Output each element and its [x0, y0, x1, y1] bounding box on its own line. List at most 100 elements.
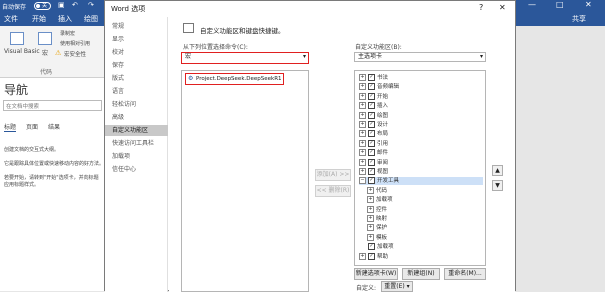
share-button[interactable]: 共享 — [572, 14, 586, 24]
visual-basic-label[interactable]: Visual Basic — [4, 48, 40, 55]
add-button[interactable]: 添加(A) >> — [315, 169, 351, 181]
sidebar-item-advanced[interactable]: 高级 — [105, 112, 168, 123]
tab-insert[interactable]: 插入 — [58, 14, 72, 24]
tab-checkbox[interactable]: ✓ — [368, 83, 375, 91]
tree-item[interactable]: + ✓ 设计 — [359, 121, 388, 129]
tree-item[interactable]: + ✓ 邮件 — [359, 149, 388, 157]
expand-icon[interactable]: + — [367, 205, 374, 213]
tree-item[interactable]: + ✓ 引用 — [359, 139, 388, 148]
ribbon-tabs-tree[interactable]: + ✓ 书法 + ✓ 音频编辑 + ✓ 开始 + ✓ 插入 + ✓ 绘图 + ✓ 设计 + ✓ 布局 + ✓ 引用 + ✓ 邮件 + ✓… — [354, 70, 486, 266]
expand-icon[interactable]: + — [367, 215, 374, 222]
tree-item[interactable]: + ✓ 开始 — [359, 92, 388, 101]
expand-icon[interactable]: + — [359, 168, 366, 175]
tree-item[interactable]: + ✓ 插入 — [359, 102, 388, 110]
nav-tab-results[interactable]: 结果 — [48, 122, 60, 131]
macros-label[interactable]: 宏 — [42, 48, 48, 57]
expand-icon[interactable]: + — [359, 158, 366, 166]
sidebar-item-accessibility[interactable]: 轻松访问 — [105, 99, 168, 110]
tree-item[interactable]: ✓ 加载项 — [359, 243, 394, 251]
sidebar-item-quick-access[interactable]: 快速访问工具栏 — [105, 138, 168, 149]
tree-item[interactable]: − ✓ 开发工具 — [359, 177, 483, 186]
sidebar-item-proofing[interactable]: 校对 — [105, 47, 168, 58]
tree-item[interactable]: + ✓ 音频编辑 — [359, 83, 399, 91]
help-button[interactable]: ? — [479, 3, 483, 12]
macros-icon[interactable] — [38, 32, 52, 45]
expand-icon[interactable]: + — [359, 92, 366, 100]
rename-button[interactable]: 重命名(M)... — [444, 268, 486, 280]
move-up-button[interactable]: ▲ — [492, 165, 503, 176]
relative-ref-button[interactable]: 使用相对引用 — [60, 40, 90, 47]
save-icon[interactable]: ▣ — [58, 1, 65, 9]
sidebar-item-general[interactable]: 常规 — [105, 21, 168, 32]
tab-checkbox[interactable]: ✓ — [368, 149, 375, 157]
expand-icon[interactable]: + — [367, 224, 374, 232]
tab-checkbox[interactable]: ✓ — [368, 158, 375, 166]
redo-icon[interactable]: ↷ — [88, 1, 94, 9]
nav-search-input[interactable]: 在文档中搜索 — [3, 100, 102, 111]
close-icon[interactable]: ✕ — [499, 3, 506, 12]
tab-checkbox[interactable]: ✓ — [368, 177, 375, 185]
tab-checkbox[interactable]: ✓ — [368, 252, 375, 260]
expand-icon[interactable]: + — [359, 111, 366, 119]
tree-item[interactable]: + ✓ 视图 — [359, 168, 388, 176]
tree-item[interactable]: + 代码 — [367, 186, 387, 195]
tab-checkbox[interactable]: ✓ — [368, 111, 375, 119]
new-tab-button[interactable]: 新建选项卡(W) — [354, 268, 398, 280]
remove-button[interactable]: << 删除(R) — [315, 185, 351, 197]
tree-item[interactable]: + ✓ 绘图 — [359, 111, 388, 120]
macro-security-button[interactable]: 宏安全性 — [64, 50, 86, 58]
expand-icon[interactable]: + — [359, 130, 366, 138]
choose-commands-dropdown[interactable]: 宏 ▾ — [181, 52, 309, 64]
close-window-icon[interactable]: ✕ — [585, 0, 592, 9]
tree-item[interactable]: + ✓ 审阅 — [359, 158, 388, 167]
tab-draw[interactable]: 绘图 — [84, 14, 98, 24]
new-group-button[interactable]: 新建组(N) — [402, 268, 440, 280]
move-down-button[interactable]: ▼ — [492, 180, 503, 191]
expand-icon[interactable]: + — [359, 74, 366, 81]
tree-item[interactable]: + ✓ 书法 — [359, 74, 388, 82]
expand-icon[interactable]: + — [359, 83, 366, 91]
tab-home[interactable]: 开始 — [32, 14, 46, 24]
tab-file[interactable]: 文件 — [4, 14, 18, 24]
sidebar-item-addins[interactable]: 加载项 — [105, 151, 168, 162]
commands-list[interactable]: ⚙ Project.DeepSeek.DeepSeekR1 — [181, 70, 309, 292]
tree-item[interactable]: + 加载项 — [367, 196, 393, 204]
tree-item[interactable]: + ✓ 帮助 — [359, 252, 388, 261]
tree-item[interactable]: + ✓ 布局 — [359, 130, 388, 138]
expand-icon[interactable]: + — [359, 149, 366, 157]
tab-checkbox[interactable]: ✓ — [368, 102, 375, 110]
expand-icon[interactable]: + — [367, 186, 374, 194]
expand-icon[interactable]: + — [359, 121, 366, 128]
minimize-icon[interactable]: — — [528, 0, 536, 9]
expand-icon[interactable]: + — [359, 252, 366, 260]
sidebar-item-language[interactable]: 语言 — [105, 86, 168, 97]
collapse-icon[interactable]: − — [359, 177, 366, 185]
nav-tab-headings[interactable]: 标题 — [4, 122, 17, 132]
tab-checkbox[interactable]: ✓ — [368, 74, 375, 81]
sidebar-item-trust-center[interactable]: 信任中心 — [105, 164, 168, 175]
tab-checkbox[interactable]: ✓ — [368, 121, 375, 128]
expand-icon[interactable]: + — [359, 139, 366, 147]
undo-icon[interactable]: ↶ — [72, 1, 78, 9]
sidebar-item-typography[interactable]: 版式 — [105, 73, 168, 84]
nav-tab-pages[interactable]: 页面 — [26, 122, 38, 131]
sidebar-item-customize-ribbon[interactable]: 自定义功能区 — [105, 125, 168, 136]
tab-checkbox[interactable]: ✓ — [368, 139, 375, 147]
tree-item[interactable]: + 模板 — [367, 233, 387, 242]
expand-icon[interactable]: + — [367, 233, 374, 241]
tab-checkbox[interactable]: ✓ — [368, 130, 375, 138]
sidebar-item-display[interactable]: 显示 — [105, 34, 168, 45]
tree-item[interactable]: + 保护 — [367, 224, 387, 232]
tree-item[interactable]: + 控件 — [367, 205, 387, 214]
customize-ribbon-dropdown[interactable]: 主选项卡 ▾ — [354, 52, 486, 62]
expand-icon[interactable]: + — [367, 196, 374, 204]
tree-item[interactable]: + 映射 — [367, 215, 387, 223]
expand-icon[interactable]: + — [359, 102, 366, 110]
reset-dropdown-button[interactable]: 重置(E) ▾ — [381, 281, 413, 292]
tab-checkbox[interactable]: ✓ — [368, 168, 375, 175]
tab-checkbox[interactable]: ✓ — [368, 92, 375, 100]
sidebar-item-save[interactable]: 保存 — [105, 60, 168, 71]
record-macro-button[interactable]: 录制宏 — [60, 30, 75, 37]
visual-basic-icon[interactable] — [10, 32, 24, 45]
maximize-icon[interactable]: □ — [556, 0, 564, 9]
